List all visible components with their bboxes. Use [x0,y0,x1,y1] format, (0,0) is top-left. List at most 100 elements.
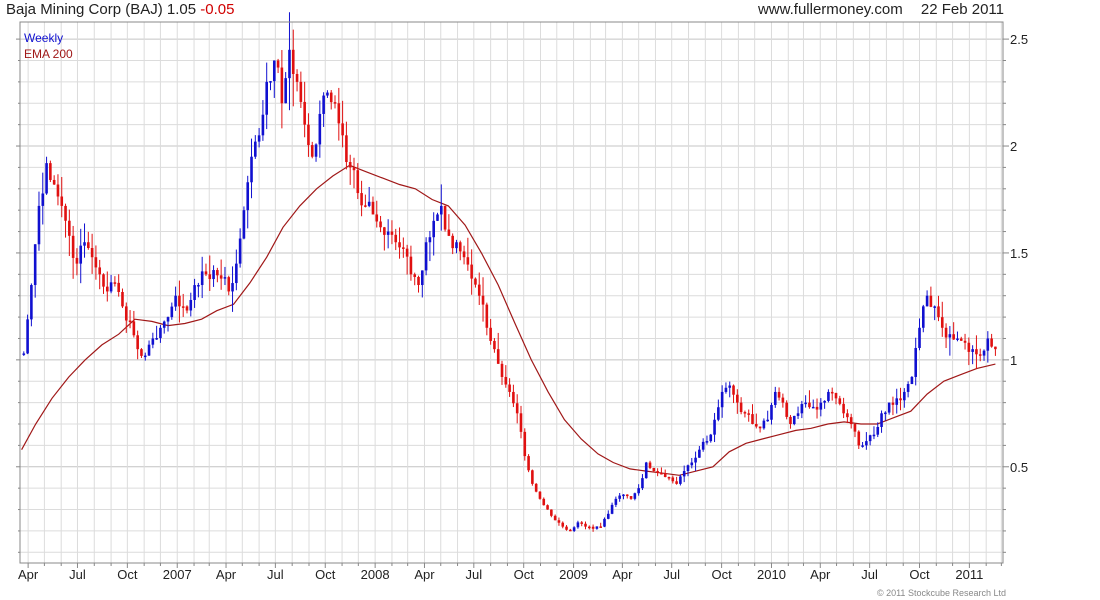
price-bar [329,92,333,103]
price-bar [30,285,33,320]
price-bar [261,114,265,136]
price-bar [428,237,432,243]
y-tick-label: 2 [1010,139,1017,154]
price-bar [493,340,496,350]
price-bar [800,404,804,414]
x-tick-label: Apr [216,567,237,582]
price-bar [743,412,747,414]
price-bar [838,398,842,404]
price-bar [272,60,276,82]
price-bar [705,441,709,443]
price-bar [436,214,439,221]
price-bar [159,327,162,339]
price-bar [360,193,363,206]
price-bar [439,205,443,215]
price-bar [629,496,633,499]
price-bar [876,426,880,435]
price-bar [842,403,845,414]
price-bar [443,205,447,230]
price-bar [948,334,952,338]
price-bar [64,205,67,221]
price-bar [538,491,542,499]
price-bar [565,526,568,530]
price-bar [155,338,158,340]
price-bar [174,295,177,307]
y-tick-label: 0.5 [1010,460,1028,475]
price-bar [295,73,299,82]
price-bar [990,338,993,347]
price-bar [663,473,667,478]
price-bar [572,527,576,531]
grid [20,22,1003,563]
price-bar [132,321,136,336]
price-bar [212,270,215,280]
price-bar [477,284,481,296]
x-tick-label: Oct [711,567,732,582]
x-tick-label: 2009 [559,567,588,582]
price-bar [288,49,291,79]
price-bar [45,163,48,194]
price-bar [409,256,413,275]
price-bar [458,242,462,252]
price-bar [348,162,352,168]
price-bar [136,335,139,350]
x-tick-label: Apr [810,567,831,582]
price-bar [872,434,876,437]
price-bar [792,415,796,425]
price-bar [603,518,606,527]
price-bar [102,274,105,287]
price-bar [455,242,458,249]
price-bar [200,271,204,286]
price-bar [884,412,887,415]
price-bar [618,495,621,499]
price-bar [223,277,227,279]
price-bar [500,363,504,377]
price-bar [846,413,849,418]
price-bar [933,306,936,308]
price-bar [622,494,625,497]
price-bar [257,135,261,142]
price-bar [462,251,466,258]
price-bar [508,384,511,392]
x-tick-label: 2011 [955,567,983,582]
price-bar [963,340,967,343]
price-bar [815,406,819,410]
price-bar [899,398,902,401]
price-bar [975,349,978,355]
price-bar [531,470,534,484]
price-bar [337,103,341,124]
price-bar [371,201,375,215]
price-bar [686,465,690,472]
price-bar [903,391,906,401]
price-bar [424,242,428,271]
price-bar [614,498,618,505]
price-bar [557,520,561,523]
price-bar [667,477,671,479]
price-bar [37,205,41,245]
price-bar [314,144,318,157]
price-bar [227,277,231,292]
price-bar [90,247,94,258]
x-tick-label: Jul [466,567,483,582]
price-bar [238,238,242,264]
price-bar [641,478,644,489]
price-bar [496,349,500,364]
price-bar [561,522,565,527]
price-bar [265,81,268,115]
price-bar [170,306,174,318]
price-bar [250,156,253,183]
price-bar [701,441,705,450]
price-bar [591,526,595,529]
price-bar [606,513,610,519]
price-bar [405,248,409,257]
price-bar [204,271,208,275]
price-bar [254,141,257,157]
price-bar [71,235,75,258]
price-bar [978,354,982,356]
price-bar [470,264,473,279]
price-bar [151,338,155,345]
price-bar [861,445,864,447]
price-bar [512,391,515,404]
price-bar [219,275,223,279]
price-bar [367,201,371,206]
